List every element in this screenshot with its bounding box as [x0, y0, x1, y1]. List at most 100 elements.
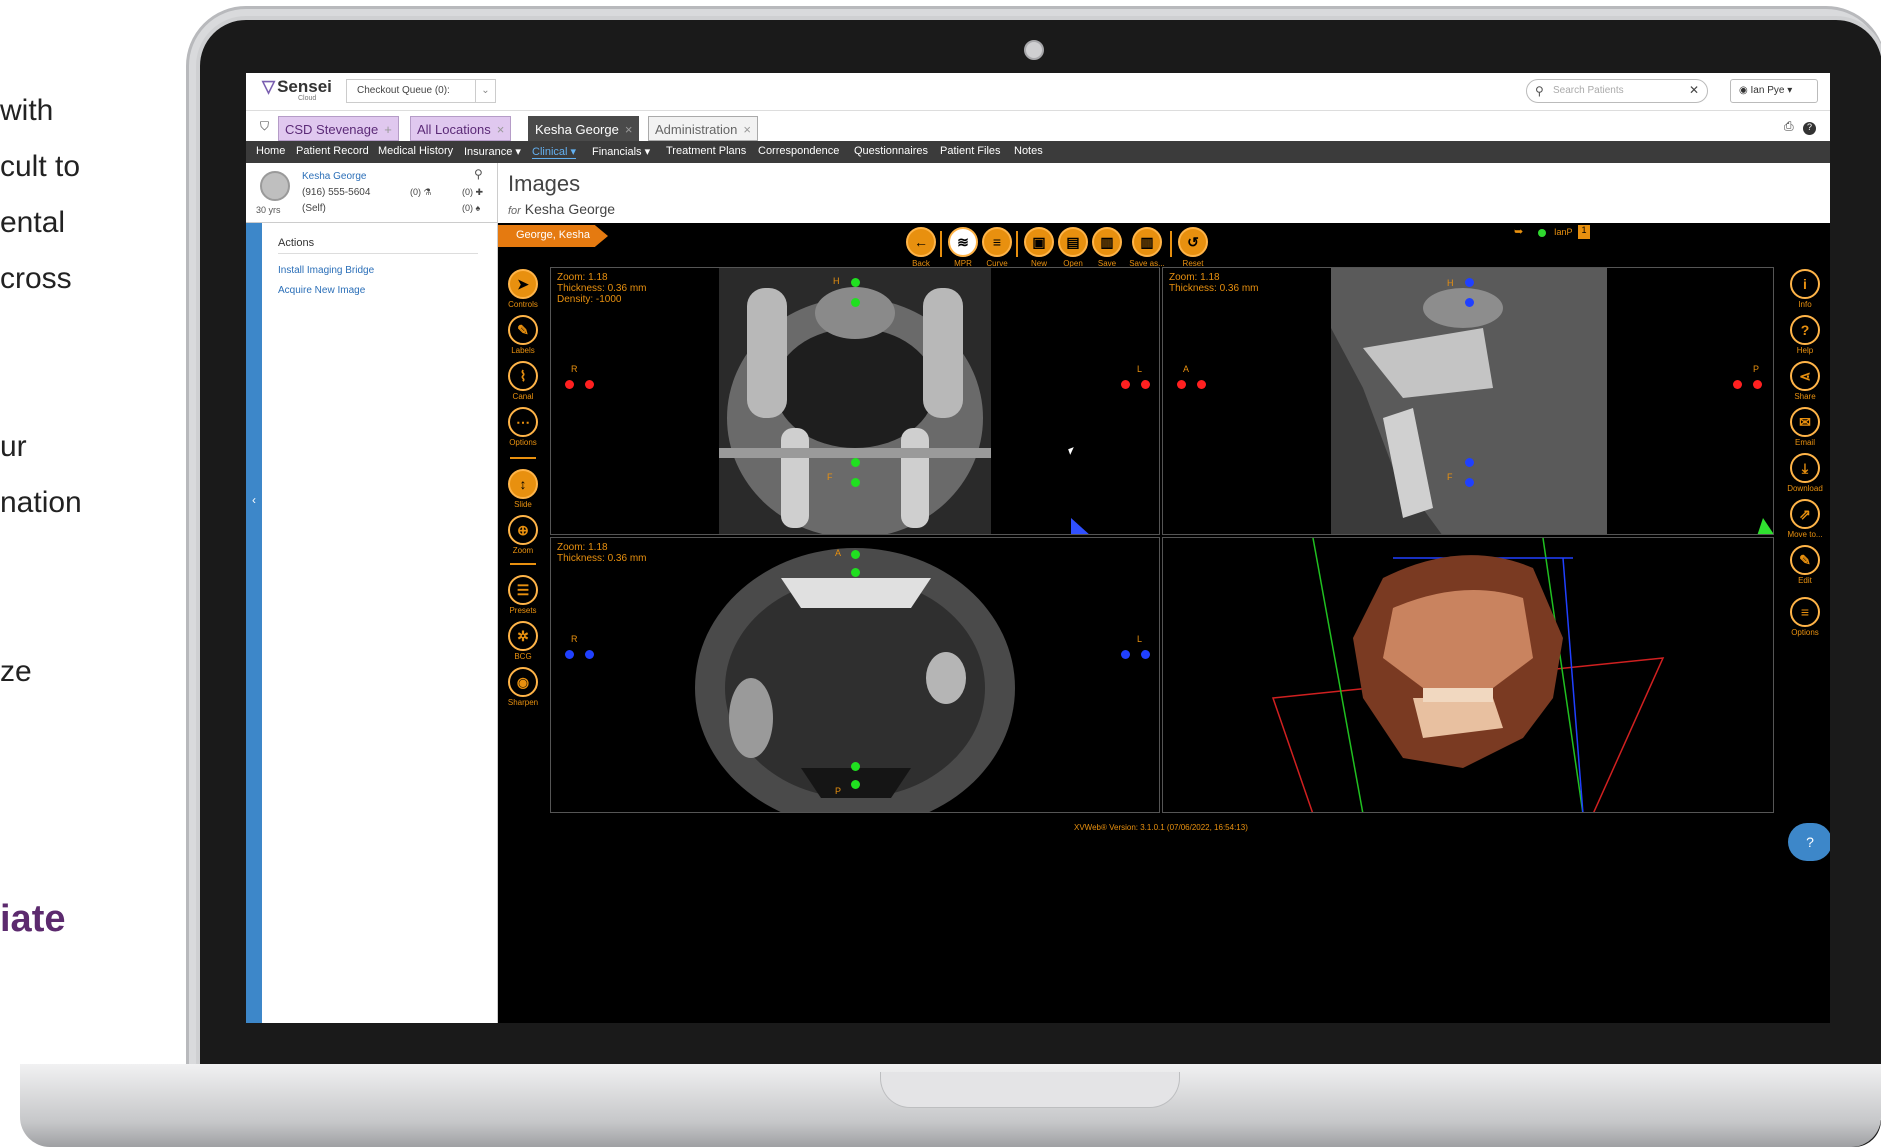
patient-name-link[interactable]: Kesha George	[302, 171, 367, 182]
volume-3d-view[interactable]	[1162, 537, 1774, 813]
green-marker[interactable]	[851, 458, 860, 467]
nav-questionnaires[interactable]: Questionnaires	[854, 145, 928, 157]
red-marker[interactable]	[1121, 380, 1130, 389]
move-to-button[interactable]: ⇗	[1790, 499, 1820, 529]
axial-view[interactable]: Zoom: 1.18 Thickness: 0.36 mm A P R L	[550, 537, 1160, 813]
marketing-text: with	[0, 94, 54, 127]
location-pin-icon[interactable]: ⚲	[474, 167, 483, 181]
red-marker[interactable]	[565, 380, 574, 389]
red-marker[interactable]	[585, 380, 594, 389]
notification-count[interactable]: (0) ♠	[462, 203, 480, 213]
options-button[interactable]: ⋯	[508, 407, 538, 437]
blue-marker[interactable]	[1465, 298, 1474, 307]
search-patients-input[interactable]: ⚲ Search Patients ✕	[1526, 79, 1708, 103]
tool-label: Controls	[508, 300, 538, 309]
blue-marker[interactable]	[1465, 478, 1474, 487]
presets-button[interactable]: ☰	[508, 575, 538, 605]
sagittal-view[interactable]: Zoom: 1.18 Thickness: 0.36 mm H F A P	[1162, 267, 1774, 535]
acquire-new-image-link[interactable]: Acquire New Image	[278, 285, 365, 296]
medical-alert-count[interactable]: (0) ✚	[462, 187, 483, 198]
toolbar-separator	[1016, 231, 1018, 257]
zoom-button[interactable]: ⊕	[508, 515, 538, 545]
nav-financials[interactable]: Financials ▾	[592, 145, 650, 158]
new-button[interactable]: ▣	[1024, 227, 1054, 257]
download-button[interactable]: ⤓	[1790, 453, 1820, 483]
green-marker[interactable]	[851, 568, 860, 577]
nav-clinical[interactable]: Clinical ▾	[532, 145, 577, 159]
lab-count[interactable]: (0) ⚗	[410, 187, 432, 198]
blue-marker[interactable]	[1141, 650, 1150, 659]
marketing-text: cult to	[0, 150, 81, 183]
checkout-queue[interactable]: Checkout Queue (0): ⌄	[346, 79, 496, 103]
controls-button[interactable]: ➤	[508, 269, 538, 299]
nav-insurance[interactable]: Insurance ▾	[464, 145, 521, 158]
close-icon[interactable]: ×	[625, 122, 633, 137]
red-marker[interactable]	[1753, 380, 1762, 389]
chevron-left-icon[interactable]: ‹	[246, 493, 262, 513]
blue-marker[interactable]	[565, 650, 574, 659]
share-button[interactable]: ⋖	[1790, 361, 1820, 391]
user-menu[interactable]: ◉ Ian Pye ▾	[1730, 79, 1818, 103]
red-marker[interactable]	[1141, 380, 1150, 389]
tab-kesha-george[interactable]: Kesha George ×	[528, 116, 640, 141]
add-tab-icon[interactable]: +	[384, 122, 392, 137]
open-button[interactable]: ▤	[1058, 227, 1088, 257]
email-button[interactable]: ✉	[1790, 407, 1820, 437]
blue-marker[interactable]	[1121, 650, 1130, 659]
tab-administration[interactable]: Administration ×	[648, 116, 758, 141]
tab-csd-stevenage[interactable]: CSD Stevenage +	[278, 116, 399, 141]
info-button[interactable]: i	[1790, 269, 1820, 299]
green-marker[interactable]	[851, 550, 860, 559]
reply-icon[interactable]: ➥	[1514, 225, 1523, 238]
red-marker[interactable]	[1177, 380, 1186, 389]
green-marker[interactable]	[851, 478, 860, 487]
sensei-logo[interactable]: ▽ Sensei	[262, 77, 332, 97]
patient-breadcrumb[interactable]: George, Kesha	[498, 225, 608, 247]
blue-marker[interactable]	[585, 650, 594, 659]
install-imaging-bridge-link[interactable]: Install Imaging Bridge	[278, 265, 374, 276]
chevron-down-icon[interactable]: ⌄	[475, 80, 495, 102]
nav-treatment-plans[interactable]: Treatment Plans	[666, 145, 746, 157]
help-chat-button[interactable]: ?	[1788, 823, 1830, 861]
orientation-label: F	[1447, 472, 1453, 482]
sharpen-button[interactable]: ◉	[508, 667, 538, 697]
mpr-button[interactable]: ≋	[948, 227, 978, 257]
tool-label: Download	[1787, 484, 1823, 493]
nav-patient-record[interactable]: Patient Record	[296, 145, 369, 157]
green-marker[interactable]	[851, 762, 860, 771]
green-marker[interactable]	[851, 298, 860, 307]
nav-home[interactable]: Home	[256, 145, 285, 157]
red-marker[interactable]	[1733, 380, 1742, 389]
nav-correspondence[interactable]: Correspondence	[758, 145, 839, 157]
coronal-view[interactable]: Zoom: 1.18 Thickness: 0.36 mm Density: -…	[550, 267, 1160, 535]
print-icon[interactable]: ⎙	[1784, 119, 1794, 133]
bcg-button[interactable]: ✲	[508, 621, 538, 651]
nav-medical-history[interactable]: Medical History	[378, 145, 453, 157]
close-icon[interactable]: ×	[743, 122, 751, 137]
red-marker[interactable]	[1197, 380, 1206, 389]
nav-notes[interactable]: Notes	[1014, 145, 1043, 157]
canal-button[interactable]: ⌇	[508, 361, 538, 391]
slide-button[interactable]: ↕	[508, 469, 538, 499]
edit-button[interactable]: ✎	[1790, 545, 1820, 575]
green-marker[interactable]	[851, 780, 860, 789]
reset-button[interactable]: ↺	[1178, 227, 1208, 257]
green-marker[interactable]	[851, 278, 860, 287]
save-button[interactable]: ▥	[1092, 227, 1122, 257]
viewer-options-button[interactable]: ≡	[1790, 597, 1820, 627]
clear-search-icon[interactable]: ✕	[1689, 83, 1699, 97]
tab-all-locations[interactable]: All Locations ×	[410, 116, 512, 141]
blue-marker[interactable]	[1465, 458, 1474, 467]
help-button[interactable]: ?	[1790, 315, 1820, 345]
tool-label: Edit	[1798, 576, 1812, 585]
curve-button[interactable]: ≡	[982, 227, 1012, 257]
nav-patient-files[interactable]: Patient Files	[940, 145, 1001, 157]
blue-marker[interactable]	[1465, 278, 1474, 287]
back-button[interactable]: ←	[906, 227, 936, 257]
close-icon[interactable]: ×	[497, 122, 505, 137]
save-as-button[interactable]: ▥	[1132, 227, 1162, 257]
count-value: (0)	[410, 187, 421, 197]
labels-button[interactable]: ✎	[508, 315, 538, 345]
help-icon[interactable]: ?	[1803, 122, 1816, 135]
orientation-label: A	[1183, 364, 1190, 374]
